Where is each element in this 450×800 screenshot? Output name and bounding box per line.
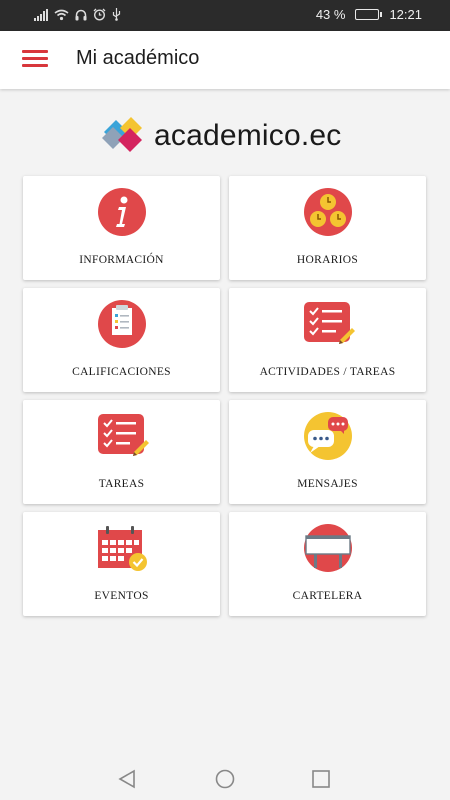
brand-logo: academico.ec — [100, 116, 342, 156]
wifi-icon — [54, 9, 69, 20]
checklist-icon — [303, 302, 355, 344]
messages-icon — [303, 412, 352, 460]
logo-mark-icon — [102, 117, 142, 152]
menu-card-label: CALIFICACIONES — [72, 366, 171, 378]
status-bar: 43 % 12:21 — [0, 0, 450, 31]
menu-card-label: ACTIVIDADES / TAREAS — [259, 366, 396, 378]
menu-card-tareas[interactable]: TAREAS — [23, 400, 220, 504]
back-icon[interactable] — [116, 768, 138, 790]
alarm-icon — [93, 8, 106, 21]
tasks-icon — [97, 414, 149, 456]
info-icon — [97, 188, 146, 236]
menu-card-label: EVENTOS — [94, 590, 149, 602]
menu-card-informacion[interactable]: INFORMACIÓN — [23, 176, 220, 280]
hamburger-menu-icon[interactable] — [22, 50, 48, 70]
status-icons-left — [34, 8, 121, 21]
calendar-icon — [97, 526, 147, 571]
battery-percent: 43 % — [315, 7, 346, 22]
menu-card-label: CARTELERA — [292, 590, 363, 602]
logo-text: academico.ec — [154, 119, 342, 152]
clock-time: 12:21 — [389, 7, 422, 22]
home-icon[interactable] — [214, 768, 236, 790]
recents-icon[interactable] — [310, 768, 332, 790]
menu-card-label: HORARIOS — [296, 254, 359, 266]
app-bar: Mi académico — [0, 31, 450, 89]
signal-icon — [34, 8, 48, 21]
menu-card-label: MENSAJES — [297, 478, 358, 490]
system-nav-bar — [0, 756, 450, 800]
menu-card-mensajes[interactable]: MENSAJES — [229, 400, 426, 504]
battery-icon — [355, 9, 383, 20]
billboard-icon — [303, 524, 352, 572]
menu-card-actividades-tareas[interactable]: ACTIVIDADES / TAREAS — [229, 288, 426, 392]
clock-icon — [303, 188, 352, 236]
grades-icon — [97, 300, 146, 348]
menu-card-calificaciones[interactable]: CALIFICACIONES — [23, 288, 220, 392]
usb-icon — [112, 8, 121, 21]
headphones-icon — [75, 9, 87, 20]
menu-card-label: TAREAS — [98, 478, 145, 490]
status-icons-right: 43 % 12:21 — [316, 7, 422, 22]
menu-card-horarios[interactable]: HORARIOS — [229, 176, 426, 280]
page-title: Mi académico — [76, 47, 200, 69]
menu-grid: INFORMACIÓN HORARIOS CALIFICACIONES ACTI… — [23, 176, 426, 616]
menu-card-cartelera[interactable]: CARTELERA — [229, 512, 426, 616]
menu-card-eventos[interactable]: EVENTOS — [23, 512, 220, 616]
menu-card-label: INFORMACIÓN — [79, 254, 164, 266]
